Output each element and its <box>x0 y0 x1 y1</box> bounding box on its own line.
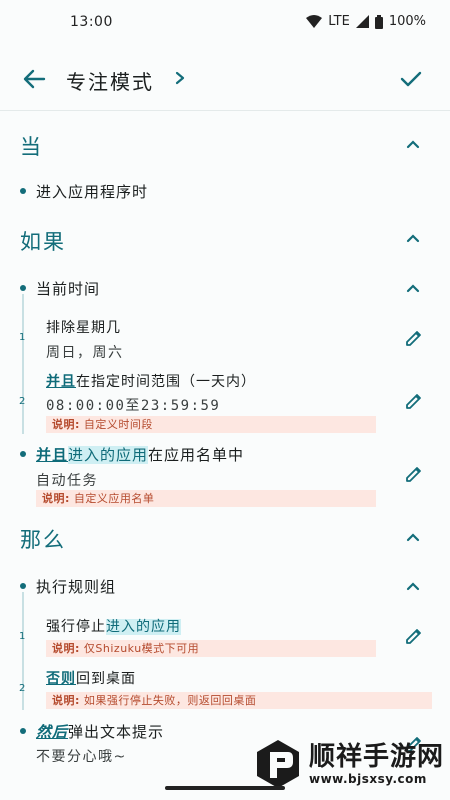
condition-title-row[interactable]: 并且在指定时间范围（一天内） <box>46 371 256 391</box>
note-label: 说明: <box>42 492 70 505</box>
note-label: 说明: <box>52 642 80 655</box>
watermark-text: 顺祥手游网 www.bjsxsy.com <box>309 742 444 786</box>
bullet-dot <box>20 583 26 589</box>
edit-pencil-icon[interactable] <box>404 464 424 484</box>
action-note: 说明: 仅Shizuku模式下可用 <box>46 640 376 657</box>
action-title-row[interactable]: 强行停止进入的应用 <box>46 616 181 636</box>
action-title: 回到桌面 <box>76 671 136 687</box>
and-keyword[interactable]: 并且 <box>36 446 68 464</box>
and-keyword[interactable]: 并且 <box>46 374 76 390</box>
condition-value: 08:00:00至23:59:59 <box>46 398 221 414</box>
section-if-title: 如果 <box>20 230 66 254</box>
then-keyword[interactable]: 然后 <box>36 723 68 741</box>
last-action-row[interactable]: 然后弹出文本提示 <box>36 721 164 742</box>
condition-index: 2 <box>19 396 26 407</box>
edit-pencil-icon[interactable] <box>404 391 424 411</box>
trigger-label[interactable]: 进入应用程序时 <box>36 181 148 202</box>
action-note: 说明: 如果强行停止失败，则返回回桌面 <box>46 692 432 709</box>
signal-icon <box>355 15 369 28</box>
app-condition-text: 在应用名单中 <box>148 446 245 464</box>
bullet-dot <box>20 285 26 291</box>
bullet-dot <box>20 728 26 734</box>
bullet-dot <box>20 188 26 194</box>
collapse-condition-group-icon[interactable] <box>404 282 422 294</box>
watermark-url: www.bjsxsy.com <box>309 772 427 786</box>
status-time: 13:00 <box>70 14 113 30</box>
bullet-dot <box>20 451 26 457</box>
watermark-logo-icon <box>257 740 299 788</box>
gesture-nav-bar[interactable] <box>165 786 285 790</box>
note-text: 如果强行停止失败，则返回回桌面 <box>83 694 257 707</box>
edit-pencil-icon[interactable] <box>404 626 424 646</box>
app-condition-note: 说明: 自定义应用名单 <box>36 490 376 507</box>
entered-app-chip[interactable]: 进入的应用 <box>68 446 149 464</box>
else-keyword[interactable]: 否则 <box>46 671 76 687</box>
action-index: 1 <box>19 631 26 642</box>
check-icon[interactable] <box>398 66 424 92</box>
condition-title: 在指定时间范围（一天内） <box>76 374 256 390</box>
collapse-then-icon[interactable] <box>404 531 422 543</box>
note-text: 自定义应用名单 <box>73 492 155 505</box>
note-text: 仅Shizuku模式下可用 <box>83 642 200 655</box>
back-arrow-icon[interactable] <box>20 66 50 92</box>
chevron-right-icon[interactable] <box>172 68 188 88</box>
last-action-value: 不要分心哦~ <box>36 749 127 765</box>
action-group-title[interactable]: 执行规则组 <box>36 576 116 597</box>
app-condition-value: 自动任务 <box>36 473 98 489</box>
condition-title[interactable]: 排除星期几 <box>46 317 121 337</box>
watermark-name: 顺祥手游网 <box>309 742 445 772</box>
action-title-row[interactable]: 否则回到桌面 <box>46 668 136 688</box>
edit-pencil-icon[interactable] <box>404 328 424 348</box>
entered-app-chip[interactable]: 进入的应用 <box>106 619 181 635</box>
collapse-when-icon[interactable] <box>404 138 422 150</box>
battery-label: 100% <box>388 14 426 29</box>
watermark: 顺祥手游网 www.bjsxsy.com <box>255 738 444 790</box>
status-indicators: LTE 100% <box>306 14 426 29</box>
note-label: 说明: <box>52 418 80 431</box>
section-then-title: 那么 <box>20 528 66 552</box>
last-action-title: 弹出文本提示 <box>68 723 165 741</box>
collapse-action-group-icon[interactable] <box>404 580 422 592</box>
wifi-icon <box>306 15 323 28</box>
note-label: 说明: <box>52 694 80 707</box>
condition-group-title[interactable]: 当前时间 <box>36 278 100 299</box>
condition-note: 说明: 自定义时间段 <box>46 416 376 433</box>
note-text: 自定义时间段 <box>83 418 153 431</box>
page-title[interactable]: 专注模式 <box>66 66 154 95</box>
battery-icon <box>374 14 383 29</box>
group-line <box>22 294 24 434</box>
condition-index: 1 <box>19 332 26 343</box>
action-title: 强行停止 <box>46 619 106 635</box>
condition-value: 周日，周六 <box>46 345 124 361</box>
section-when-title: 当 <box>20 135 43 159</box>
app-condition-row[interactable]: 并且进入的应用在应用名单中 <box>36 444 244 465</box>
network-label: LTE <box>328 14 350 29</box>
collapse-if-icon[interactable] <box>404 232 422 244</box>
appbar-divider <box>0 110 450 111</box>
action-index: 2 <box>19 683 26 694</box>
